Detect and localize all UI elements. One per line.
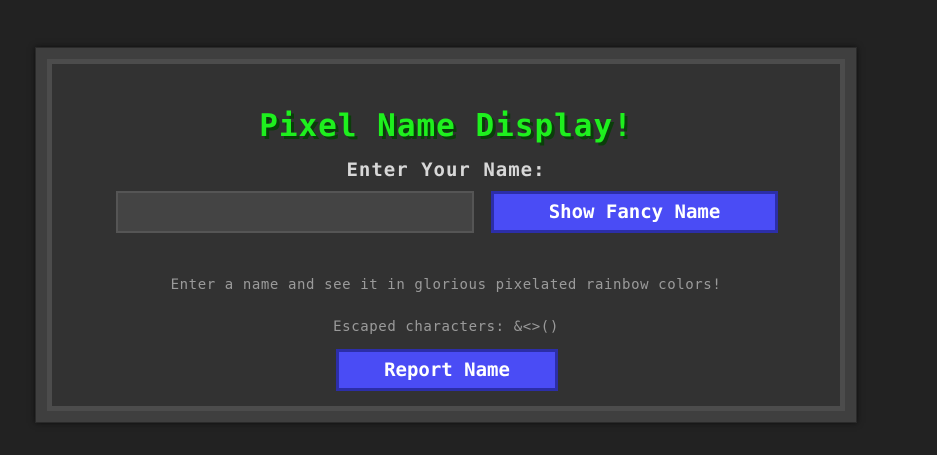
- page-title: Pixel Name Display!: [259, 108, 633, 144]
- app-panel: Pixel Name Display! Enter Your Name: Sho…: [47, 59, 845, 411]
- app-panel-frame: Pixel Name Display! Enter Your Name: Sho…: [35, 47, 857, 423]
- report-name-button[interactable]: Report Name: [336, 349, 558, 391]
- description-text: Enter a name and see it in glorious pixe…: [170, 277, 722, 293]
- name-input-label: Enter Your Name:: [346, 159, 546, 181]
- name-input[interactable]: [116, 191, 474, 233]
- escaped-characters-text: Escaped characters: &<>(): [333, 319, 559, 335]
- show-fancy-name-button[interactable]: Show Fancy Name: [491, 191, 778, 233]
